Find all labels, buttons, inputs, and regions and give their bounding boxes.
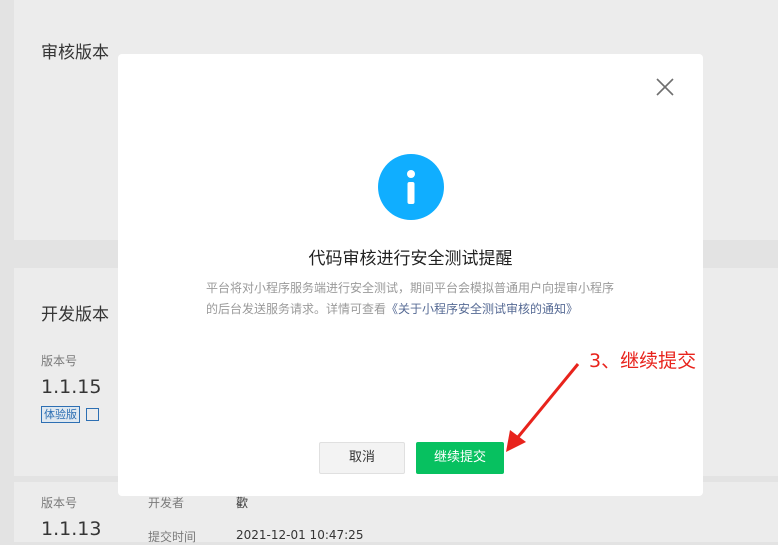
annotation-label: 3、继续提交	[589, 350, 697, 372]
security-test-notice-link[interactable]: 《关于小程序安全测试审核的通知》	[386, 302, 578, 316]
cancel-button[interactable]: 取消	[319, 442, 405, 474]
submit-time-label: 提交时间	[148, 530, 197, 544]
close-icon[interactable]	[654, 76, 676, 98]
annotation-arrow	[506, 363, 580, 452]
qrcode-icon[interactable]	[86, 408, 99, 421]
dialog-description: 平台将对小程序服务端进行安全测试，期间平台会模拟普通用户向提审小程序的后台发送服…	[206, 278, 616, 320]
version-label: 版本号	[41, 496, 78, 510]
version-number: 1.1.15	[41, 376, 102, 398]
review-version-title: 审核版本	[41, 43, 109, 63]
developer-value: 歡	[236, 496, 249, 510]
developer-label: 开发者	[148, 496, 185, 510]
continue-submit-button[interactable]: 继续提交	[416, 442, 504, 474]
dev-version-title: 开发版本	[41, 305, 109, 325]
info-icon	[378, 154, 444, 220]
submit-time-value: 2021-12-01 10:47:25	[236, 528, 364, 542]
security-test-dialog: 代码审核进行安全测试提醒 平台将对小程序服务端进行安全测试，期间平台会模拟普通用…	[118, 54, 703, 496]
dialog-title: 代码审核进行安全测试提醒	[308, 249, 513, 269]
version-label: 版本号	[41, 354, 78, 368]
trial-badge[interactable]: 体验版	[41, 406, 80, 423]
version-number: 1.1.13	[41, 518, 102, 540]
